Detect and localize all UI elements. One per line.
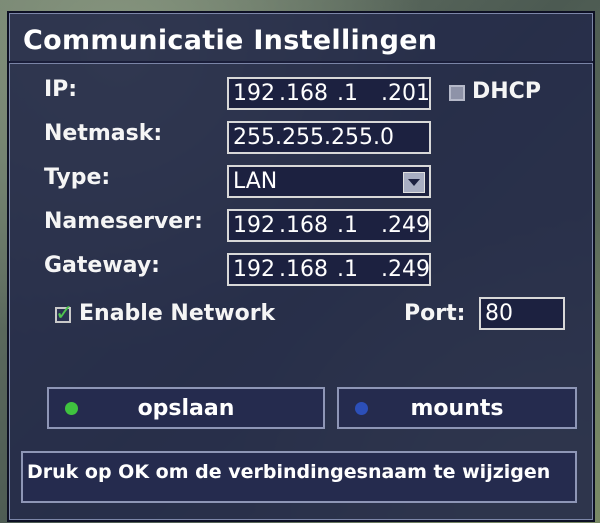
ip-octet-1: 192 — [233, 81, 275, 106]
port-field[interactable]: 80 — [479, 297, 565, 330]
dhcp-checkbox[interactable] — [449, 85, 465, 101]
netmask-label: Netmask: — [44, 121, 163, 146]
port-label: Port: — [404, 301, 466, 326]
gateway-octet-2: .168 — [279, 257, 328, 282]
ip-octet-2: .168 — [279, 81, 328, 106]
gateway-label: Gateway: — [44, 253, 160, 278]
mounts-button-label: mounts — [410, 396, 504, 421]
ip-octet-3: .1 — [337, 81, 358, 106]
nameserver-octet-3: .1 — [337, 213, 358, 238]
mounts-button[interactable]: mounts — [337, 387, 577, 429]
dialog-title: Communicatie Instellingen — [23, 25, 438, 56]
nameserver-octet-1: 192 — [233, 213, 275, 238]
enable-network-checkbox[interactable]: ✓ — [55, 301, 73, 326]
gateway-octet-4: .249 — [381, 257, 430, 282]
dhcp-label: DHCP — [472, 79, 541, 104]
type-value: LAN — [233, 169, 278, 194]
type-label: Type: — [44, 165, 111, 190]
title-divider — [9, 61, 593, 64]
nameserver-octet-2: .168 — [279, 213, 328, 238]
nameserver-octet-4: .249 — [381, 213, 430, 238]
save-button-label: opslaan — [137, 396, 235, 421]
ip-field[interactable]: 192 .168 .1 .201 — [227, 77, 431, 110]
save-button[interactable]: opslaan — [47, 387, 325, 429]
settings-dialog: Communicatie Instellingen IP: 192 .168 .… — [7, 11, 595, 522]
ip-octet-4: .201 — [381, 81, 430, 106]
chevron-down-icon[interactable] — [403, 172, 425, 193]
nameserver-label: Nameserver: — [44, 209, 203, 234]
gateway-octet-3: .1 — [337, 257, 358, 282]
enable-network-label: Enable Network — [79, 301, 276, 326]
gateway-field[interactable]: 192 .168 .1 .249 — [227, 253, 431, 286]
status-bar: Druk op OK om de verbindingesnaam te wij… — [21, 451, 577, 503]
netmask-field[interactable]: 255.255.255.0 — [227, 121, 431, 154]
checkmark-icon: ✓ — [55, 301, 74, 326]
gateway-octet-1: 192 — [233, 257, 275, 282]
ip-label: IP: — [44, 77, 78, 102]
nameserver-field[interactable]: 192 .168 .1 .249 — [227, 209, 431, 242]
type-dropdown[interactable]: LAN — [227, 165, 431, 198]
